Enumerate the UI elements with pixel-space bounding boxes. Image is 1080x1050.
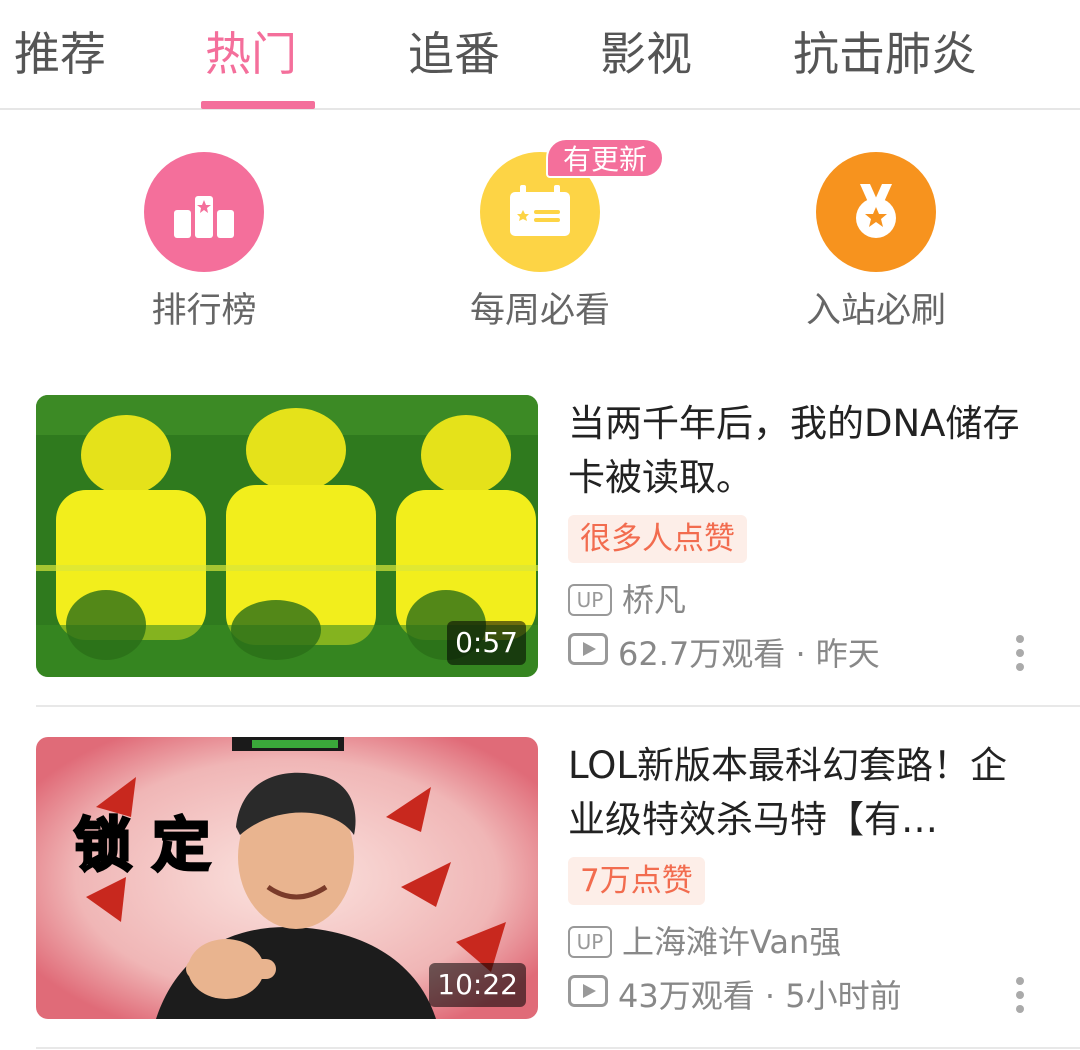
publish-time: 5小时前 bbox=[785, 977, 902, 1015]
top-tab-bar: 推荐 热门 追番 影视 抗击肺炎 bbox=[0, 0, 1080, 110]
card-divider bbox=[36, 1047, 1080, 1049]
publish-time: 昨天 bbox=[815, 635, 880, 673]
tab-recommend[interactable]: 推荐 bbox=[14, 22, 106, 86]
video-title[interactable]: 当两千年后，我的DNA储存卡被读取。 bbox=[568, 397, 1038, 505]
tab-anime[interactable]: 追番 bbox=[408, 22, 500, 86]
video-title[interactable]: LOL新版本最科幻套路！企业级特效杀马特【有… bbox=[568, 739, 1038, 847]
uploader-row[interactable]: UP 桥凡 bbox=[568, 577, 686, 623]
card-divider bbox=[36, 705, 1080, 707]
play-count-icon bbox=[568, 631, 608, 677]
update-badge: 有更新 bbox=[546, 138, 664, 178]
video-card[interactable]: 锁 定 10:22 LOL新版本最科幻套路！企业级特效杀马特【有… 7万点赞 U… bbox=[0, 737, 1080, 1049]
more-options-icon[interactable] bbox=[1004, 631, 1036, 677]
video-stats: 62.7万观看 · 昨天 bbox=[568, 631, 880, 677]
video-card[interactable]: 0:57 当两千年后，我的DNA储存卡被读取。 很多人点赞 UP 桥凡 62.7万… bbox=[0, 395, 1080, 707]
meta-separator: · bbox=[795, 635, 806, 673]
tab-hot[interactable]: 热门 bbox=[205, 22, 297, 86]
like-tag: 7万点赞 bbox=[568, 857, 705, 905]
must-watch-entry[interactable]: 入站必刷 bbox=[756, 150, 996, 340]
up-icon: UP bbox=[568, 584, 612, 616]
video-duration: 10:22 bbox=[429, 963, 526, 1007]
must-watch-label: 入站必刷 bbox=[805, 291, 946, 331]
video-stats: 43万观看 · 5小时前 bbox=[568, 973, 902, 1019]
more-options-icon[interactable] bbox=[1004, 973, 1036, 1019]
up-icon: UP bbox=[568, 926, 612, 958]
view-count: 43万观看 bbox=[618, 977, 755, 1015]
ranking-podium-icon bbox=[144, 152, 264, 272]
video-thumbnail[interactable]: 锁 定 10:22 bbox=[36, 737, 538, 1019]
uploader-name: 上海滩许Van强 bbox=[622, 923, 842, 961]
video-duration: 0:57 bbox=[447, 621, 526, 665]
medal-icon bbox=[816, 152, 936, 272]
uploader-name: 桥凡 bbox=[622, 581, 687, 619]
ranking-entry[interactable]: 排行榜 bbox=[84, 150, 324, 340]
like-tag: 很多人点赞 bbox=[568, 515, 747, 563]
view-count: 62.7万观看 bbox=[618, 635, 786, 673]
tab-movies[interactable]: 影视 bbox=[600, 22, 692, 86]
play-count-icon bbox=[568, 973, 608, 1019]
video-thumbnail[interactable]: 0:57 bbox=[36, 395, 538, 677]
tab-fight-pneumonia[interactable]: 抗击肺炎 bbox=[793, 22, 977, 86]
thumbnail-caption: 锁 定 bbox=[74, 811, 210, 879]
uploader-row[interactable]: UP 上海滩许Van强 bbox=[568, 919, 841, 965]
meta-separator: · bbox=[764, 977, 776, 1015]
ranking-label: 排行榜 bbox=[151, 291, 257, 331]
weekly-must-watch-label: 每周必看 bbox=[469, 291, 610, 331]
active-tab-indicator bbox=[201, 101, 315, 109]
